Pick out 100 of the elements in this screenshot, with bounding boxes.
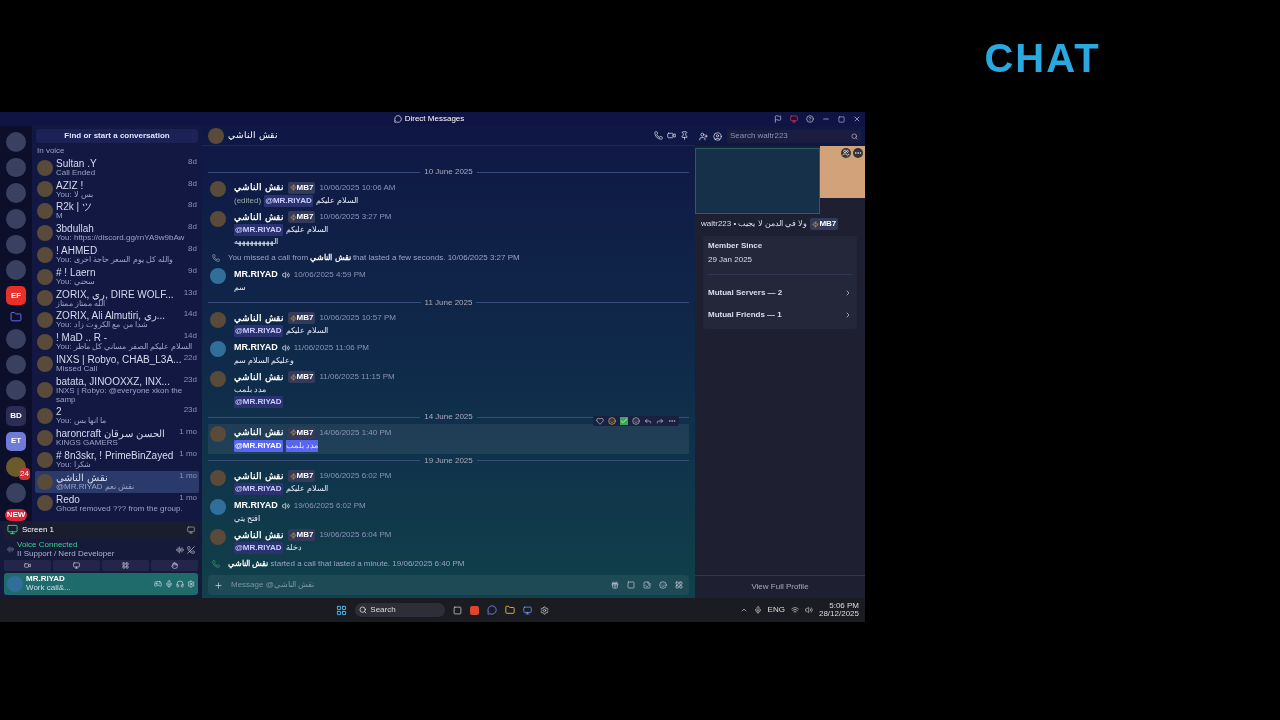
friend-icon[interactable] bbox=[841, 148, 851, 158]
dm-item[interactable]: Sultan .Y 8d Call Ended bbox=[35, 156, 199, 179]
dm-item[interactable]: R2k | ツ 8d M bbox=[35, 200, 199, 223]
server-icon[interactable]: ET bbox=[6, 431, 26, 452]
mention-link[interactable]: @MR.RIYAD bbox=[234, 325, 283, 337]
author-name[interactable]: نقش الناشي bbox=[234, 311, 284, 325]
server-icon[interactable]: EF bbox=[6, 285, 26, 306]
guild-tag: MB7 bbox=[287, 181, 316, 194]
new-badge[interactable]: NEW bbox=[4, 508, 28, 521]
reply-icon[interactable] bbox=[644, 417, 652, 425]
dm-item[interactable]: batata, JINOOXXZ, INX... 23d INXS | Robyo: @everyone xkon the samp bbox=[35, 374, 199, 406]
gift-icon[interactable] bbox=[611, 581, 619, 589]
chat-app-icon[interactable] bbox=[487, 605, 498, 615]
profile-icon[interactable] bbox=[713, 131, 722, 141]
network-icon[interactable] bbox=[790, 606, 799, 614]
tray-expand-icon[interactable] bbox=[739, 606, 748, 614]
signal-icon bbox=[7, 546, 14, 554]
task-view-icon[interactable] bbox=[453, 605, 463, 615]
mention-link[interactable]: @MR.RIYAD bbox=[234, 224, 283, 236]
dm-item[interactable]: In voice bbox=[35, 146, 199, 157]
disconnect-icon[interactable] bbox=[187, 545, 195, 554]
clock-time[interactable]: 5:06 PM bbox=[829, 602, 859, 610]
dm-item[interactable]: INXS | Robyo, CHAB_L3A... 22d Missed Call bbox=[35, 352, 199, 375]
author-name[interactable]: نقش الناشي bbox=[234, 528, 284, 542]
screen-icon[interactable] bbox=[790, 115, 798, 123]
mention-link[interactable]: @MR.RIYAD bbox=[234, 483, 283, 495]
microphone-icon[interactable] bbox=[753, 606, 762, 614]
clock-date[interactable]: 28/12/2025 bbox=[818, 610, 859, 618]
remote-desktop-icon[interactable] bbox=[523, 605, 533, 615]
settings-icon[interactable] bbox=[187, 580, 195, 589]
taskbar-search[interactable]: Search bbox=[355, 603, 446, 617]
view-full-profile-link[interactable]: View Full Profile bbox=[751, 581, 809, 593]
help-icon[interactable] bbox=[806, 115, 814, 123]
language-indicator[interactable]: ENG bbox=[767, 604, 785, 616]
dm-time: 1 mo bbox=[179, 428, 197, 439]
server-icon[interactable]: BD bbox=[6, 406, 26, 426]
close-icon[interactable] bbox=[853, 115, 861, 123]
dm-time: 8d bbox=[188, 157, 197, 168]
gamepad-icon[interactable] bbox=[154, 580, 162, 589]
author-name[interactable]: نقش الناشي bbox=[234, 181, 284, 195]
pin-icon[interactable] bbox=[680, 131, 689, 140]
author-name[interactable]: نقش الناشي bbox=[234, 370, 284, 384]
dm-preview: Call Ended bbox=[56, 168, 97, 178]
video-icon[interactable] bbox=[667, 131, 676, 140]
camera-button[interactable] bbox=[4, 560, 51, 572]
search-icon bbox=[359, 606, 368, 614]
add-reaction-icon[interactable] bbox=[632, 417, 640, 425]
smile-icon[interactable] bbox=[608, 417, 616, 425]
mutual-link[interactable]: Mutual Friends — 1 bbox=[708, 305, 852, 325]
check-icon[interactable] bbox=[620, 417, 628, 425]
dm-name: ZORIX, ري, DIRE WOLF... bbox=[56, 288, 174, 300]
author-name[interactable]: نقش الناشي bbox=[234, 426, 284, 440]
dm-time: 9d bbox=[188, 266, 197, 277]
gif-icon[interactable] bbox=[627, 581, 635, 589]
headphones-icon[interactable] bbox=[176, 580, 184, 589]
maximize-icon[interactable] bbox=[838, 115, 845, 123]
apps-icon[interactable] bbox=[675, 581, 683, 589]
flag-icon[interactable] bbox=[774, 115, 782, 123]
message-text: وعليكم السلام سم bbox=[234, 354, 295, 367]
dm-preview: You: شكرا bbox=[56, 460, 91, 470]
message-time: 10/06/2025 10:06 AM bbox=[319, 181, 396, 194]
minimize-icon[interactable] bbox=[822, 115, 830, 123]
search-field[interactable]: Search waltr223 bbox=[727, 129, 861, 143]
microphone-icon[interactable] bbox=[165, 580, 173, 589]
mention-link[interactable]: @MR.RIYAD bbox=[264, 194, 313, 207]
more-icon[interactable] bbox=[668, 417, 676, 425]
member-since-label: Member Since bbox=[708, 240, 764, 252]
stop-stream-icon[interactable] bbox=[187, 525, 195, 534]
forward-icon[interactable] bbox=[656, 417, 664, 425]
mention-link[interactable]: @MR.RIYAD bbox=[234, 396, 283, 408]
emoji-icon[interactable] bbox=[659, 581, 667, 589]
add-user-icon[interactable] bbox=[699, 131, 708, 141]
heart-icon[interactable] bbox=[596, 417, 604, 425]
avatar bbox=[37, 451, 53, 468]
author-name[interactable]: MR.RIYAD bbox=[234, 268, 278, 282]
plus-icon[interactable] bbox=[214, 580, 223, 590]
author-name[interactable]: MR.RIYAD bbox=[234, 341, 278, 355]
mention-link[interactable]: @MR.RIYAD bbox=[234, 542, 283, 554]
folder-icon[interactable] bbox=[10, 311, 22, 324]
dm-item[interactable]: 3bdullah 8d You: https://discord.gg/rnYA9w9bAw bbox=[35, 222, 199, 244]
start-icon[interactable] bbox=[336, 604, 348, 616]
volume-icon[interactable] bbox=[804, 606, 813, 614]
dm-item[interactable]: Redo 1 mo Ghost removed ??? from the group. bbox=[35, 492, 199, 515]
app-icon[interactable] bbox=[540, 605, 550, 615]
author-name[interactable]: نقش الناشي bbox=[234, 210, 284, 224]
screen-button[interactable] bbox=[53, 560, 100, 572]
mutual-link[interactable]: Mutual Servers — 2 bbox=[708, 283, 852, 303]
author-name[interactable]: MR.RIYAD bbox=[234, 499, 278, 513]
mention-link[interactable]: @MR.RIYAD bbox=[234, 439, 283, 452]
call-icon[interactable] bbox=[654, 131, 663, 140]
author-name[interactable]: نقش الناشي bbox=[234, 469, 284, 483]
voice-channel[interactable]: II Support / Nerd Developer bbox=[17, 549, 173, 559]
folder-icon[interactable] bbox=[505, 605, 516, 615]
browser-icon[interactable] bbox=[470, 605, 480, 615]
sticker-icon[interactable] bbox=[643, 581, 651, 589]
more-icon[interactable] bbox=[853, 148, 863, 158]
activities-button[interactable] bbox=[102, 560, 149, 572]
soundboard-button[interactable] bbox=[151, 560, 198, 572]
dm-search-field[interactable]: Find or start a conversation bbox=[36, 129, 198, 143]
noise-icon[interactable] bbox=[176, 545, 184, 554]
